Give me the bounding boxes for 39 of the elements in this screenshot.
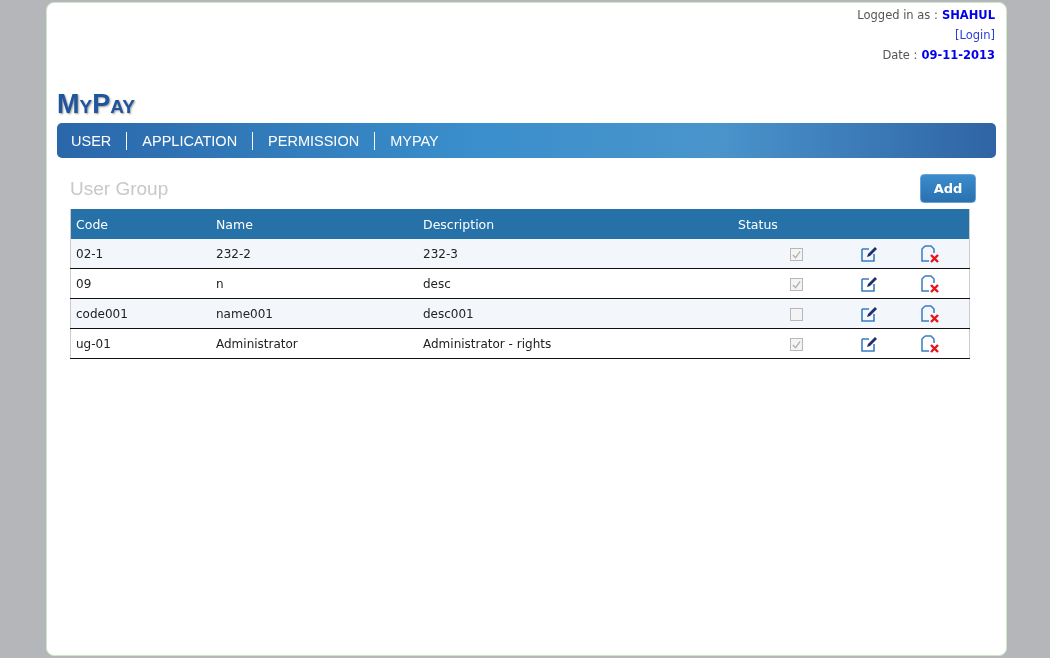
delete-icon[interactable]: [920, 274, 940, 293]
edit-icon[interactable]: [860, 334, 878, 353]
nav-item[interactable]: USER: [71, 132, 112, 149]
date-label: Date :: [882, 48, 918, 62]
table-cell: Administrator: [216, 336, 298, 351]
delete-icon[interactable]: [920, 304, 940, 323]
date-value: 09-11-2013: [921, 48, 995, 62]
table-cell: 232-2: [216, 246, 251, 261]
table-cell: code001: [76, 306, 128, 321]
user-name: SHAHUL: [941, 8, 995, 22]
column-header: Code: [76, 216, 108, 232]
table-cell: desc: [423, 276, 451, 291]
table-cell: 09: [76, 276, 92, 291]
nav-item[interactable]: MYPAY: [390, 132, 439, 149]
nav-item[interactable]: APPLICATION: [142, 132, 238, 149]
table-cell: ug-01: [76, 336, 111, 351]
table-cell: name001: [216, 306, 273, 321]
logo: MyPay: [57, 88, 136, 121]
table-cell: 232-3: [423, 246, 458, 261]
login-link[interactable]: [Login]: [955, 28, 995, 42]
column-header: Status: [738, 216, 778, 232]
edit-icon[interactable]: [860, 274, 878, 293]
status-checkbox[interactable]: [790, 337, 803, 351]
edit-icon[interactable]: [860, 244, 878, 263]
column-header: Description: [423, 216, 495, 232]
column-header: Name: [216, 216, 253, 232]
table-cell: n: [216, 276, 224, 291]
edit-icon[interactable]: [860, 304, 878, 323]
status-checkbox[interactable]: [790, 247, 803, 261]
add-button[interactable]: Add: [920, 174, 976, 203]
table-cell: Administrator - rights: [423, 336, 552, 351]
status-checkbox[interactable]: [790, 307, 803, 321]
delete-icon[interactable]: [920, 244, 940, 263]
status-checkbox[interactable]: [790, 277, 803, 291]
nav-item[interactable]: PERMISSION: [268, 132, 360, 149]
table-cell: 02-1: [76, 246, 104, 261]
delete-icon[interactable]: [920, 334, 940, 353]
logged-in-label: Logged in as :: [857, 8, 938, 22]
table-cell: desc001: [423, 306, 474, 321]
